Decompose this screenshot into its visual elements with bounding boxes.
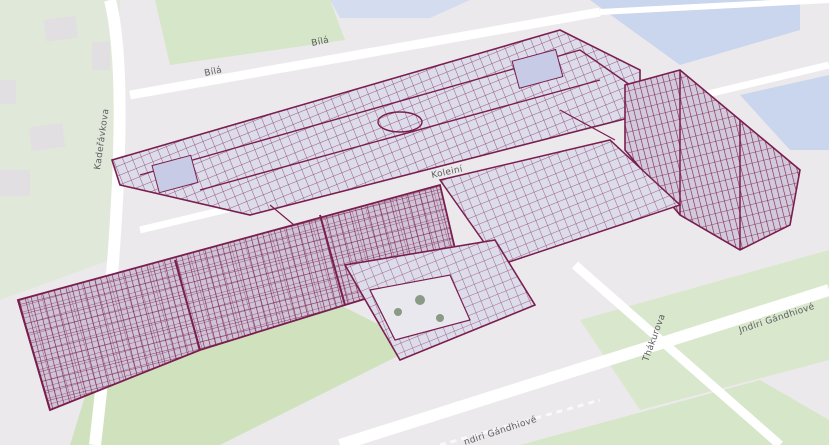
building-footprint: [0, 170, 30, 196]
building-footprint: [43, 15, 79, 42]
building-footprint: [28, 122, 66, 152]
building-footprint: [0, 80, 16, 104]
map-view[interactable]: Bílá Bílá Kadeřávkova Koleiní Thákurova …: [0, 0, 829, 445]
building-footprint: [92, 42, 110, 70]
